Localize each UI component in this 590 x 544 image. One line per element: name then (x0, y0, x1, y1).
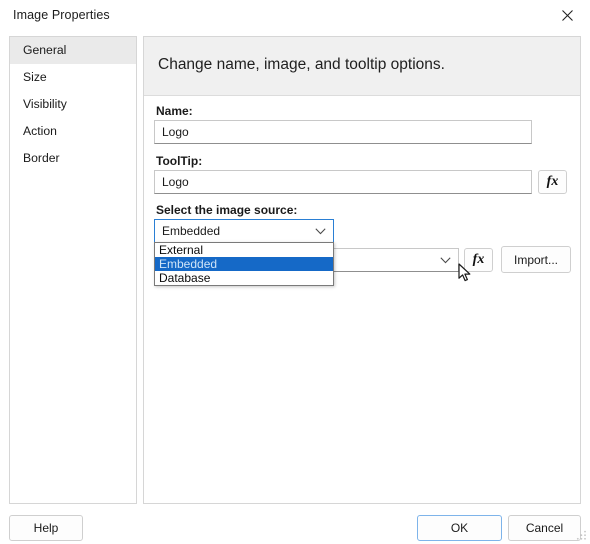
fx-icon: fx (546, 174, 559, 189)
dropdown-option-label: Database (159, 271, 211, 285)
content-header-title: Change name, image, and tooltip options. (158, 56, 445, 73)
cancel-button-label: Cancel (525, 521, 564, 535)
help-button-label: Help (33, 521, 59, 535)
image-value-expression-button[interactable]: fx (464, 248, 493, 272)
image-source-dropdown-list: External Embedded Database (154, 242, 334, 286)
sidebar-item-general[interactable]: General (10, 37, 136, 64)
dropdown-option-label: Embedded (159, 257, 218, 271)
resize-grip[interactable] (576, 530, 587, 541)
window-title: Image Properties (13, 8, 110, 22)
sidebar-item-action[interactable]: Action (10, 118, 136, 145)
fx-icon: fx (472, 252, 485, 267)
image-source-combobox[interactable]: Embedded (154, 219, 334, 243)
close-button[interactable] (544, 0, 590, 31)
import-button[interactable]: Import... (501, 246, 571, 273)
chevron-down-icon (440, 249, 451, 271)
dropdown-option-database[interactable]: Database (155, 271, 333, 285)
sidebar-item-label: General (23, 43, 67, 57)
image-source-label: Select the image source: (156, 203, 298, 217)
tooltip-expression-button[interactable]: fx (538, 170, 567, 194)
sidebar-item-label: Border (23, 151, 60, 165)
sidebar-item-label: Visibility (23, 97, 67, 111)
image-source-selected-text: Embedded (162, 224, 221, 238)
chevron-down-icon[interactable] (315, 220, 326, 242)
import-button-label: Import... (513, 252, 558, 267)
sidebar-item-size[interactable]: Size (10, 64, 136, 91)
name-label: Name: (156, 104, 193, 118)
help-button[interactable]: Help (9, 515, 83, 541)
sidebar-item-visibility[interactable]: Visibility (10, 91, 136, 118)
sidebar-item-label: Action (23, 124, 57, 138)
tooltip-input[interactable] (154, 170, 532, 194)
ok-button[interactable]: OK (417, 515, 502, 541)
dropdown-option-label: External (159, 243, 204, 257)
dropdown-option-embedded[interactable]: Embedded (155, 257, 333, 271)
close-icon (561, 10, 573, 21)
dropdown-option-external[interactable]: External (155, 243, 333, 257)
dialog-body: General Size Visibility Action Border Ch… (0, 31, 590, 543)
sidebar-nav: General Size Visibility Action Border (9, 36, 137, 504)
name-input[interactable] (154, 120, 532, 144)
ok-button-label: OK (450, 521, 469, 535)
cancel-button[interactable]: Cancel (508, 515, 581, 541)
title-bar: Image Properties (0, 0, 590, 32)
sidebar-item-label: Size (23, 70, 47, 84)
tooltip-label: ToolTip: (156, 154, 203, 168)
sidebar-item-border[interactable]: Border (10, 145, 136, 172)
content-panel: Change name, image, and tooltip options.… (143, 36, 581, 504)
